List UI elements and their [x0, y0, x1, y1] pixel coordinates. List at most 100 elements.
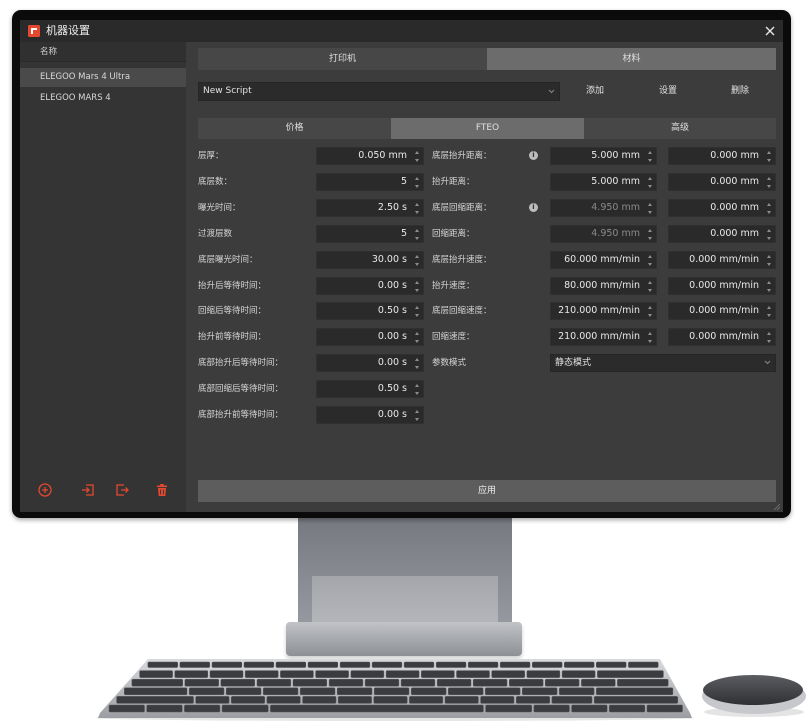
spinner-arrows-icon[interactable] — [648, 229, 653, 240]
keyboard-key — [448, 687, 484, 696]
keyboard-key — [174, 670, 209, 678]
bottom-lift-distance-2-input[interactable]: 0.000 mm — [668, 147, 776, 165]
tab-printer[interactable]: 打印机 — [198, 48, 487, 70]
wait-before-lift-label: 抬升前等待时间： — [198, 332, 267, 342]
retract-speed-2-input[interactable]: 0.000 mm/min — [668, 328, 776, 346]
bottom-lift-distance-input[interactable]: 5.000 mm — [550, 147, 657, 165]
spinner-arrows-icon[interactable] — [415, 306, 420, 317]
spinner-arrows-icon[interactable] — [415, 203, 420, 214]
spinner-arrows-icon[interactable] — [415, 177, 420, 188]
bottom-wait-after-lift-input[interactable]: 0.00 s — [316, 354, 424, 372]
resize-grip-icon[interactable] — [772, 502, 781, 511]
spinner-arrows-icon[interactable] — [648, 151, 653, 162]
retract-speed-input[interactable]: 210.000 mm/min — [550, 328, 657, 346]
bottom-layers-input[interactable]: 5 — [316, 173, 424, 191]
lift-distance-2-input[interactable]: 0.000 mm — [668, 173, 776, 191]
spinner-arrows-icon[interactable] — [648, 177, 653, 188]
keyboard-key — [211, 661, 243, 668]
spinner-arrows-icon[interactable] — [767, 151, 772, 162]
spinner-arrows-icon[interactable] — [648, 332, 653, 343]
keyboard-key — [147, 661, 178, 668]
spinner-arrows-icon[interactable] — [767, 229, 772, 240]
keyboard-key — [596, 687, 674, 696]
retract-distance-2-input[interactable]: 0.000 mm — [668, 225, 776, 243]
bottom-wait-after-lift-label: 底部抬升后等待时间： — [198, 358, 284, 368]
param-mode-select[interactable]: 静态模式 — [550, 354, 776, 372]
keyboard-key — [532, 661, 563, 668]
spinner-arrows-icon[interactable] — [767, 281, 772, 292]
spinner-arrows-icon[interactable] — [415, 255, 420, 266]
spinner-arrows-icon[interactable] — [415, 151, 420, 162]
retract-distance-input[interactable]: 4.950 mm — [550, 225, 657, 243]
tab-advanced[interactable]: 高级 — [584, 118, 776, 139]
add-script-button[interactable]: 添加 — [570, 82, 620, 101]
lift-speed-2-input[interactable]: 0.000 mm/min — [668, 277, 776, 295]
window-title: 机器设置 — [46, 24, 90, 37]
spinner-arrows-icon[interactable] — [767, 306, 772, 317]
script-settings-button[interactable]: 设置 — [643, 82, 693, 101]
apply-button[interactable]: 应用 — [198, 480, 776, 502]
bottom-lift-speed-2-input[interactable]: 0.000 mm/min — [668, 251, 776, 269]
exposure-time-input[interactable]: 2.50 s — [316, 199, 424, 217]
keyboard-key — [551, 696, 593, 704]
lift-speed-input[interactable]: 80.000 mm/min — [550, 277, 657, 295]
spinner-arrows-icon[interactable] — [648, 281, 653, 292]
spinner-arrows-icon[interactable] — [648, 203, 653, 214]
export-icon[interactable] — [115, 483, 129, 497]
spinner-arrows-icon[interactable] — [767, 332, 772, 343]
keyboard-key — [328, 678, 364, 687]
bottom-layers-label: 底层数： — [198, 177, 233, 187]
sidebar-item-mars-4[interactable]: ELEGOO MARS 4 — [20, 89, 186, 108]
bottom-retract-speed-2-input[interactable]: 0.000 mm/min — [668, 302, 776, 320]
bottom-retract-distance-input[interactable]: 4.950 mm — [550, 199, 657, 217]
tab-fteo[interactable]: FTEO — [391, 118, 584, 139]
spinner-arrows-icon[interactable] — [767, 203, 772, 214]
sidebar-item-mars-4-ultra[interactable]: ELEGOO Mars 4 Ultra — [20, 68, 186, 87]
spinner-arrows-icon[interactable] — [648, 255, 653, 266]
wait-before-lift-input[interactable]: 0.00 s — [316, 328, 424, 346]
script-select[interactable]: New Script — [198, 82, 560, 101]
spinner-arrows-icon[interactable] — [415, 332, 420, 343]
field-value: 210.000 mm/min — [558, 331, 640, 342]
keyboard-key — [302, 696, 337, 704]
wait-after-retract-input[interactable]: 0.50 s — [316, 302, 424, 320]
layer-height-input[interactable]: 0.050 mm — [316, 147, 424, 165]
bottom-lift-distance-label: 底层抬升距离： — [432, 151, 492, 161]
tab-price[interactable]: 价格 — [198, 118, 391, 139]
bottom-wait-after-retract-input[interactable]: 0.50 s — [316, 380, 424, 398]
add-circle-icon[interactable] — [38, 483, 52, 497]
spinner-arrows-icon[interactable] — [415, 281, 420, 292]
keyboard-key — [526, 670, 561, 678]
close-icon[interactable] — [764, 25, 776, 37]
bottom-lift-speed-input[interactable]: 60.000 mm/min — [550, 251, 657, 269]
keyboard-key — [403, 661, 435, 668]
spinner-arrows-icon[interactable] — [767, 177, 772, 188]
info-icon[interactable] — [529, 151, 538, 160]
script-select-value: New Script — [203, 86, 252, 96]
field-value: 5 — [400, 228, 407, 239]
bottom-retract-speed-input[interactable]: 210.000 mm/min — [550, 302, 657, 320]
delete-script-button[interactable]: 删除 — [715, 82, 765, 101]
keyboard-key — [350, 670, 385, 678]
bottom-wait-before-lift-input[interactable]: 0.00 s — [316, 406, 424, 424]
field-value: 4.950 mm — [591, 228, 640, 239]
lift-distance-input[interactable]: 5.000 mm — [550, 173, 657, 191]
delete-icon[interactable] — [155, 483, 169, 497]
bottom-retract-distance-2-input[interactable]: 0.000 mm — [668, 199, 776, 217]
spinner-arrows-icon[interactable] — [415, 410, 420, 421]
field-value: 0.000 mm/min — [689, 280, 759, 291]
tab-material[interactable]: 材料 — [487, 48, 776, 70]
spinner-arrows-icon[interactable] — [767, 255, 772, 266]
bottom-exposure-time-input[interactable]: 30.00 s — [316, 251, 424, 269]
spinner-arrows-icon[interactable] — [648, 306, 653, 317]
spinner-arrows-icon[interactable] — [415, 358, 420, 369]
import-icon[interactable] — [81, 483, 95, 497]
keyboard-key — [146, 704, 183, 713]
info-icon[interactable] — [529, 203, 538, 212]
spinner-arrows-icon[interactable] — [415, 229, 420, 240]
spinner-arrows-icon[interactable] — [415, 384, 420, 395]
keyboard-key — [545, 678, 580, 687]
bottom-lift-speed-label: 底层抬升速度： — [432, 255, 492, 265]
transition-layers-input[interactable]: 5 — [316, 225, 424, 243]
wait-after-lift-input[interactable]: 0.00 s — [316, 277, 424, 295]
